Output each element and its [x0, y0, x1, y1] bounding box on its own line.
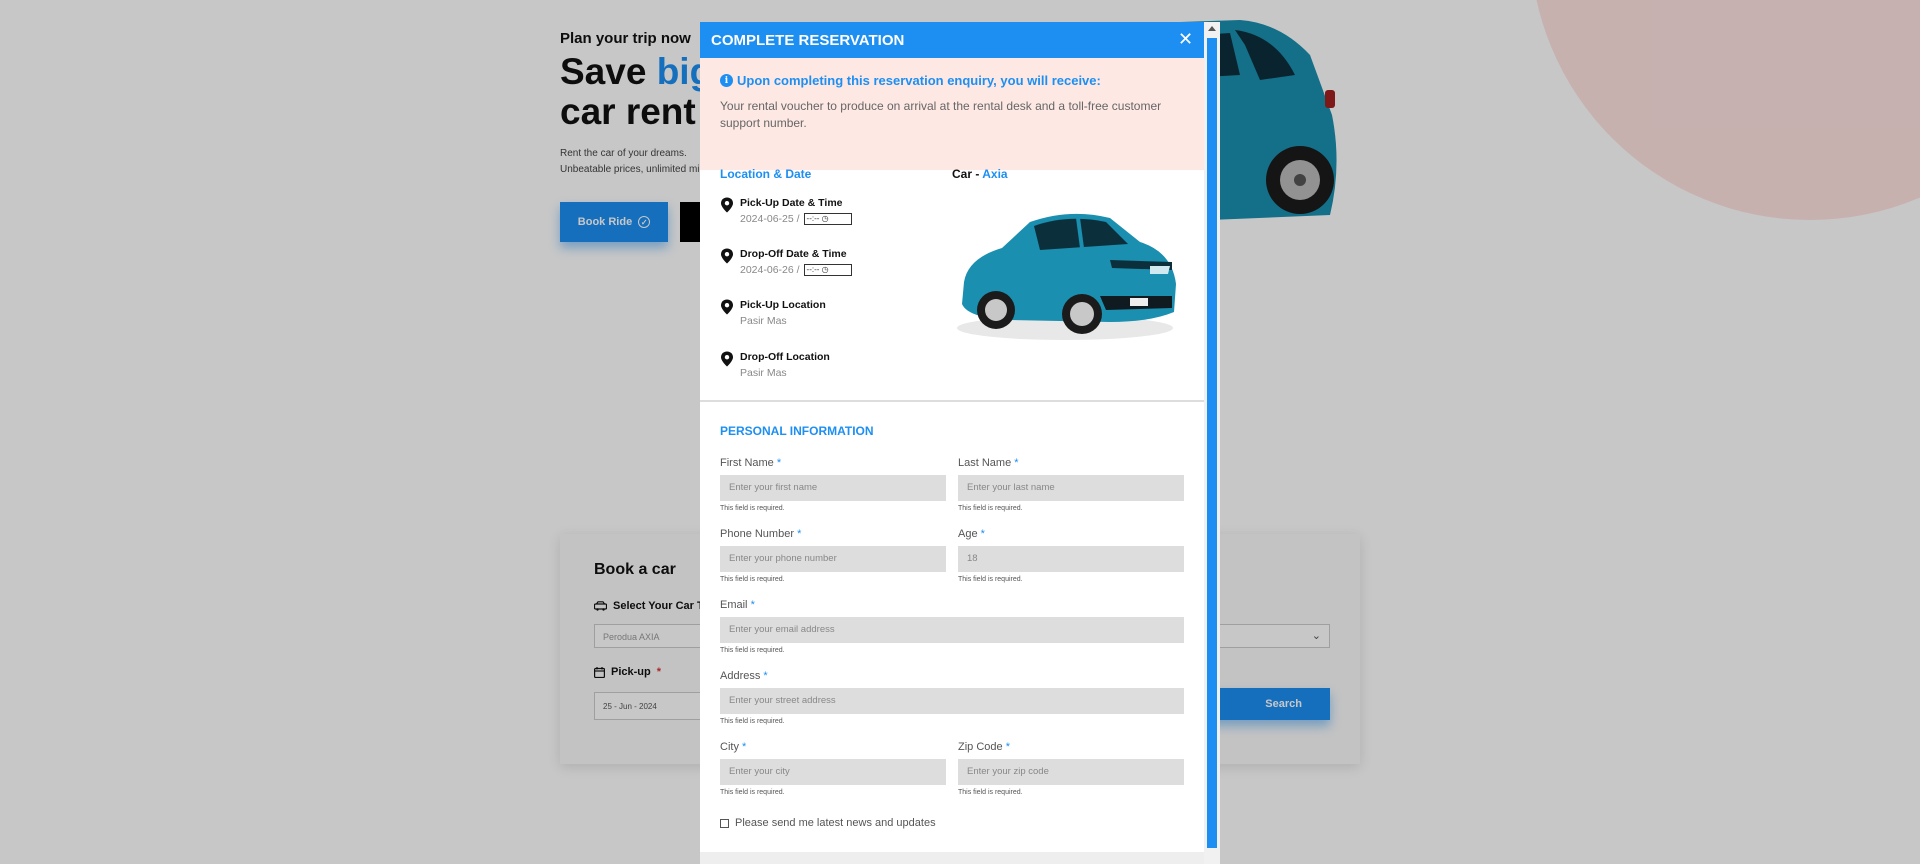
email-label: Email * [720, 599, 755, 611]
last-name-label: Last Name * [958, 457, 1019, 469]
zip-label-text: Zip Code [958, 741, 1003, 753]
pickup-location-value: Pasir Mas [740, 315, 787, 327]
close-icon[interactable]: ✕ [1178, 30, 1193, 48]
zip-input[interactable]: Enter your zip code [958, 759, 1184, 785]
modal-title: COMPLETE RESERVATION [711, 32, 905, 49]
location-pin-icon [721, 248, 733, 264]
location-pin-icon [721, 351, 733, 367]
phone-label-text: Phone Number [720, 528, 794, 540]
pickup-date-text: 2024-06-25 / [740, 213, 800, 225]
address-label-text: Address [720, 670, 761, 682]
required-mark: * [750, 599, 755, 611]
address-input[interactable]: Enter your street address [720, 688, 1184, 714]
required-mark: * [1005, 741, 1010, 753]
city-label-text: City [720, 741, 739, 753]
dropoff-datetime-label: Drop-Off Date & Time [740, 248, 847, 260]
required-mark: * [797, 528, 802, 540]
dropoff-time-input[interactable]: --:-- ◷ [803, 264, 852, 276]
first-name-label: First Name * [720, 457, 781, 469]
address-help: This field is required. [720, 718, 785, 725]
newsletter-label: Please send me latest news and updates [735, 817, 936, 829]
location-pin-icon [721, 299, 733, 315]
phone-label: Phone Number * [720, 528, 801, 540]
age-input[interactable]: 18 [958, 546, 1184, 572]
age-help: This field is required. [958, 576, 1023, 583]
pickup-datetime-value: 2024-06-25 / --:-- ◷ [740, 213, 852, 225]
personal-info-heading: PERSONAL INFORMATION [720, 424, 874, 438]
car-heading: Car - Axia [952, 167, 1008, 181]
required-mark: * [776, 457, 782, 469]
section-divider [700, 400, 1204, 402]
notice-title: i Upon completing this reservation enqui… [720, 73, 1101, 88]
dropoff-datetime-value: 2024-06-26 / --:-- ◷ [740, 264, 852, 276]
zip-label: Zip Code * [958, 741, 1010, 753]
required-mark: * [980, 528, 985, 540]
pickup-time-input[interactable]: --:-- ◷ [803, 213, 852, 225]
reservation-modal: COMPLETE RESERVATION ✕ i Upon completing… [700, 22, 1220, 864]
age-label-text: Age [958, 528, 978, 540]
dropoff-location-value: Pasir Mas [740, 367, 787, 379]
dropoff-location-label: Drop-Off Location [740, 351, 830, 363]
newsletter-option[interactable]: Please send me latest news and updates [720, 817, 936, 829]
reservation-notice: i Upon completing this reservation enqui… [700, 58, 1204, 170]
last-name-label-text: Last Name [958, 457, 1012, 469]
location-pin-icon [721, 197, 733, 213]
age-label: Age * [958, 528, 985, 540]
modal-header: COMPLETE RESERVATION ✕ [700, 22, 1204, 58]
scroll-thumb[interactable] [1207, 38, 1217, 848]
pickup-datetime-label: Pick-Up Date & Time [740, 197, 843, 209]
city-help: This field is required. [720, 789, 785, 796]
scroll-up-arrow-icon[interactable] [1208, 26, 1216, 31]
info-icon: i [720, 74, 733, 87]
last-name-help: This field is required. [958, 505, 1023, 512]
modal-footer [700, 852, 1204, 864]
city-input[interactable]: Enter your city [720, 759, 946, 785]
email-label-text: Email [720, 599, 748, 611]
required-mark: * [1014, 457, 1019, 469]
required-mark: * [742, 741, 747, 753]
phone-help: This field is required. [720, 576, 785, 583]
city-label: City * [720, 741, 746, 753]
car-heading-prefix: Car - [952, 167, 983, 181]
location-date-heading: Location & Date [720, 167, 812, 181]
pickup-location-label: Pick-Up Location [740, 299, 826, 311]
address-label: Address * [720, 670, 768, 682]
car-image [957, 213, 1176, 340]
newsletter-checkbox[interactable] [720, 818, 729, 828]
last-name-input[interactable]: Enter your last name [958, 475, 1184, 501]
phone-input[interactable]: Enter your phone number [720, 546, 946, 572]
notice-title-text: Upon completing this reservation enquiry… [737, 73, 1101, 88]
zip-help: This field is required. [958, 789, 1023, 796]
modal-scrollbar[interactable] [1204, 22, 1220, 864]
notice-text: Your rental voucher to produce on arriva… [720, 99, 1162, 130]
email-help: This field is required. [720, 647, 785, 654]
required-mark: * [763, 670, 768, 682]
email-input[interactable]: Enter your email address [720, 617, 1184, 643]
first-name-help: This field is required. [720, 505, 785, 512]
first-name-input[interactable]: Enter your first name [720, 475, 946, 501]
dropoff-date-text: 2024-06-26 / [740, 264, 800, 276]
first-name-label-text: First Name [720, 457, 774, 469]
car-model: Axia [982, 167, 1008, 181]
